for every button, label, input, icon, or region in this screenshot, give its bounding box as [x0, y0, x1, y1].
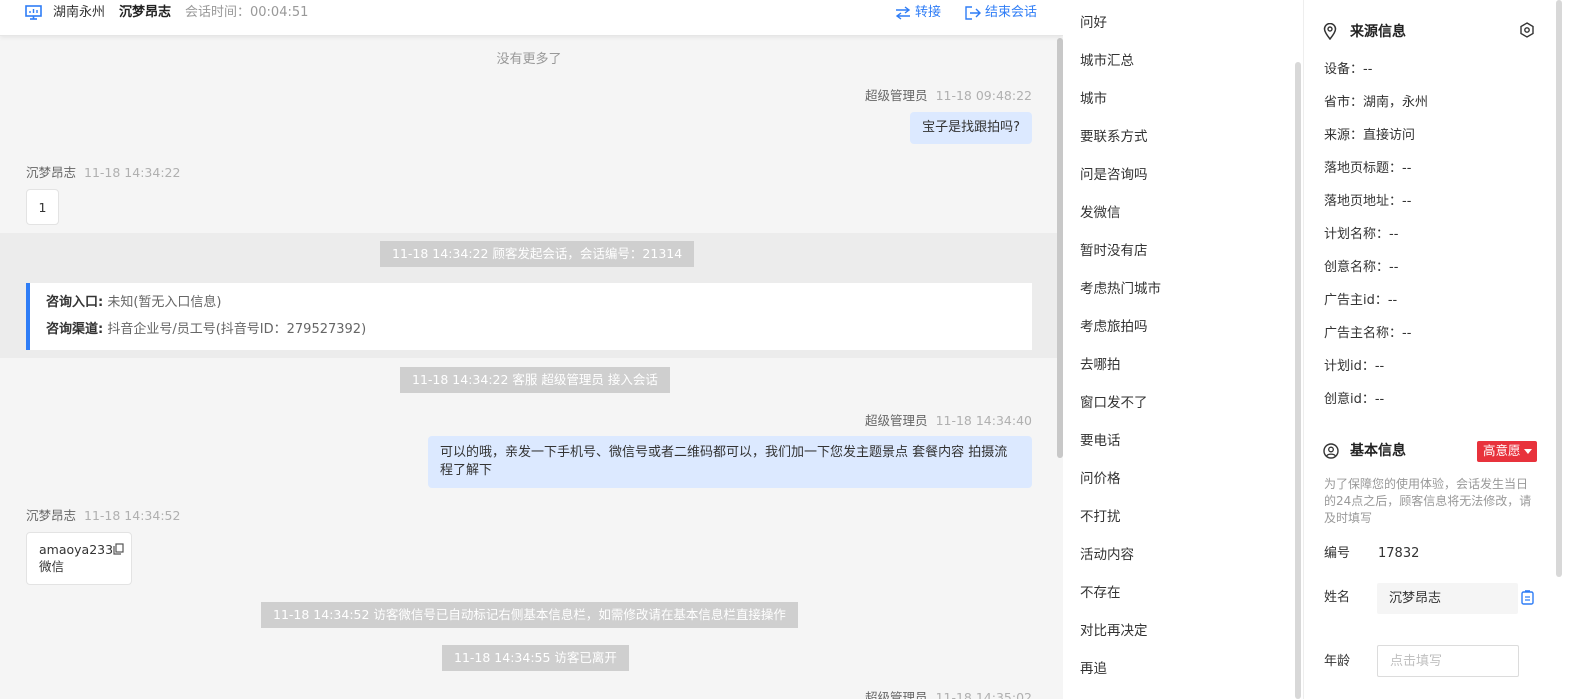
message-time: 11-18 14:34:22: [84, 165, 181, 180]
transfer-label: 转接: [915, 5, 942, 20]
user-circle-icon: [1323, 443, 1339, 459]
wechat-label: 微信: [39, 559, 65, 574]
source-field: 落地页地址：--: [1324, 194, 1412, 209]
customer-info-panel: 来源信息 设备：-- 省市：湖南，永州 来源：直接访问 落地页标题：-- 落地页…: [1303, 0, 1571, 699]
message-sender: 沉梦昂志: [26, 508, 77, 523]
transfer-icon: [895, 6, 911, 20]
age-label: 年龄: [1324, 654, 1351, 669]
caret-down-icon: [1523, 449, 1532, 454]
message-meta: 超级管理员 11-18 14:35:02: [865, 690, 1032, 699]
system-message: 11-18 14:34:55 访客已离开: [442, 645, 629, 671]
quick-phrase-item[interactable]: 要联系方式: [1080, 128, 1148, 146]
source-field: 创意id：--: [1324, 392, 1385, 407]
source-field: 广告主名称：--: [1324, 326, 1412, 341]
exit-icon: [965, 6, 981, 20]
quick-phrase-item[interactable]: 问好: [1080, 14, 1107, 32]
consult-channel-value: 抖音企业号/员工号(抖音号ID：279527392): [107, 322, 367, 337]
quick-phrase-item[interactable]: 问是咨询吗: [1080, 166, 1148, 184]
edit-deadline-hint: 为了保障您的使用体验，会话发生当日的24点之后，顾客信息将无法修改，请及时填写: [1324, 477, 1532, 525]
quick-phrase-item[interactable]: 城市: [1080, 90, 1107, 108]
name-field[interactable]: 沉梦昂志: [1377, 583, 1518, 614]
message-bubble-incoming: 1: [26, 189, 59, 225]
copy-icon[interactable]: [113, 543, 124, 555]
quick-phrase-item[interactable]: 考虑旅拍吗: [1080, 318, 1148, 336]
basic-info-title: 基本信息: [1350, 443, 1406, 459]
consult-entry-row: 咨询入口: 未知(暂无入口信息): [46, 294, 222, 312]
message-meta: 超级管理员 11-18 09:48:22: [865, 88, 1032, 104]
quick-phrase-item[interactable]: 去哪拍: [1080, 356, 1121, 374]
chat-header: 湖南永州 沉梦昂志 会话时间：00:04:51 转接 结束会话: [0, 0, 1063, 36]
consult-channel-label: 咨询渠道:: [46, 322, 104, 337]
message-meta: 超级管理员 11-18 14:34:40: [865, 413, 1032, 429]
session-time: 会话时间：00:04:51: [185, 5, 309, 20]
id-value: 17832: [1378, 546, 1420, 561]
visitor-name: 沉梦昂志: [119, 5, 172, 20]
message-bubble-outgoing: 宝子是找跟拍吗?: [910, 112, 1032, 144]
message-sender: 超级管理员: [865, 413, 928, 428]
info-scrollbar[interactable]: [1556, 0, 1562, 577]
quick-phrase-item[interactable]: 不打扰: [1080, 508, 1121, 526]
message-sender: 沉梦昂志: [26, 165, 77, 180]
end-session-label: 结束会话: [985, 5, 1038, 20]
message-bubble-outgoing: 可以的哦，亲发一下手机号、微信号或者二维码都可以，我们加一下您发主题景点 套餐内…: [428, 436, 1032, 488]
quick-phrase-item[interactable]: 考虑热门城市: [1080, 280, 1161, 298]
phrase-scrollbar[interactable]: [1295, 62, 1301, 699]
source-field: 计划id：--: [1324, 359, 1385, 374]
quick-phrase-item[interactable]: 不存在: [1080, 584, 1121, 602]
consult-entry-card: 咨询入口: 未知(暂无入口信息) 咨询渠道: 抖音企业号/员工号(抖音号ID：2…: [26, 283, 1032, 350]
source-field: 广告主id：--: [1324, 293, 1398, 308]
source-field: 创意名称：--: [1324, 260, 1399, 275]
quick-phrase-item[interactable]: 再追: [1080, 660, 1107, 678]
wechat-id: amaoya233: [39, 542, 114, 557]
quick-phrase-item[interactable]: 暂时没有店: [1080, 242, 1148, 260]
intent-badge-label: 高意愿: [1483, 443, 1521, 458]
source-field: 设备：--: [1324, 62, 1373, 77]
consult-channel-row: 咨询渠道: 抖音企业号/员工号(抖音号ID：279527392): [46, 321, 366, 339]
location-pin-icon: [1323, 23, 1337, 40]
message-time: 11-18 14:35:02: [935, 690, 1032, 699]
system-message: 11-18 14:34:52 访客微信号已自动标记右侧基本信息栏，如需修改请在基…: [261, 602, 798, 628]
quick-phrase-panel: 问好 城市汇总 城市 要联系方式 问是咨询吗 发微信 暂时没有店 考虑热门城市 …: [1063, 0, 1303, 699]
source-info-title: 来源信息: [1350, 24, 1406, 40]
quick-phrase-item[interactable]: 活动内容: [1080, 546, 1134, 564]
quick-phrase-item[interactable]: 要电话: [1080, 432, 1121, 450]
monitor-icon: [25, 5, 42, 20]
quick-phrase-item[interactable]: 问价格: [1080, 470, 1121, 488]
chat-panel: 湖南永州 沉梦昂志 会话时间：00:04:51 转接 结束会话 没有更多了 超级…: [0, 0, 1063, 699]
end-session-button[interactable]: 结束会话: [965, 4, 1045, 22]
quick-phrase-item[interactable]: 发微信: [1080, 204, 1121, 222]
system-message: 11-18 14:34:22 顾客发起会话，会话编号：21314: [380, 241, 695, 267]
transfer-button[interactable]: 转接: [895, 4, 945, 22]
message-time: 11-18 14:34:52: [84, 508, 181, 523]
id-label: 编号: [1324, 546, 1351, 561]
message-sender: 超级管理员: [865, 88, 928, 103]
wechat-id-card: amaoya233 微信: [26, 532, 132, 585]
message-time: 11-18 09:48:22: [935, 88, 1032, 103]
consult-entry-value: 未知(暂无入口信息): [107, 295, 222, 310]
age-input[interactable]: [1377, 645, 1519, 677]
source-field: 来源：直接访问: [1324, 128, 1416, 143]
name-label: 姓名: [1324, 590, 1351, 605]
no-more-hint: 没有更多了: [496, 52, 562, 67]
source-field: 落地页标题：--: [1324, 161, 1412, 176]
copy-name-icon[interactable]: [1521, 590, 1534, 605]
wechat-id-row: amaoya233: [39, 541, 124, 558]
consult-entry-label: 咨询入口:: [46, 295, 104, 310]
quick-phrase-item[interactable]: 窗口发不了: [1080, 394, 1148, 412]
intent-badge[interactable]: 高意愿: [1477, 441, 1537, 462]
message-meta: 沉梦昂志 11-18 14:34:22: [26, 165, 180, 181]
quick-phrase-item[interactable]: 对比再决定: [1080, 622, 1148, 640]
message-meta: 沉梦昂志 11-18 14:34:52: [26, 508, 180, 524]
settings-hex-icon[interactable]: [1519, 22, 1535, 38]
quick-phrase-item[interactable]: 城市汇总: [1080, 52, 1134, 70]
message-time: 11-18 14:34:40: [935, 413, 1032, 428]
source-field: 计划名称：--: [1324, 227, 1399, 242]
source-field: 省市：湖南，永州: [1324, 95, 1429, 110]
visitor-region: 湖南永州: [53, 5, 106, 20]
system-message: 11-18 14:34:22 客服 超级管理员 接入会话: [400, 367, 670, 393]
message-sender: 超级管理员: [865, 690, 928, 699]
